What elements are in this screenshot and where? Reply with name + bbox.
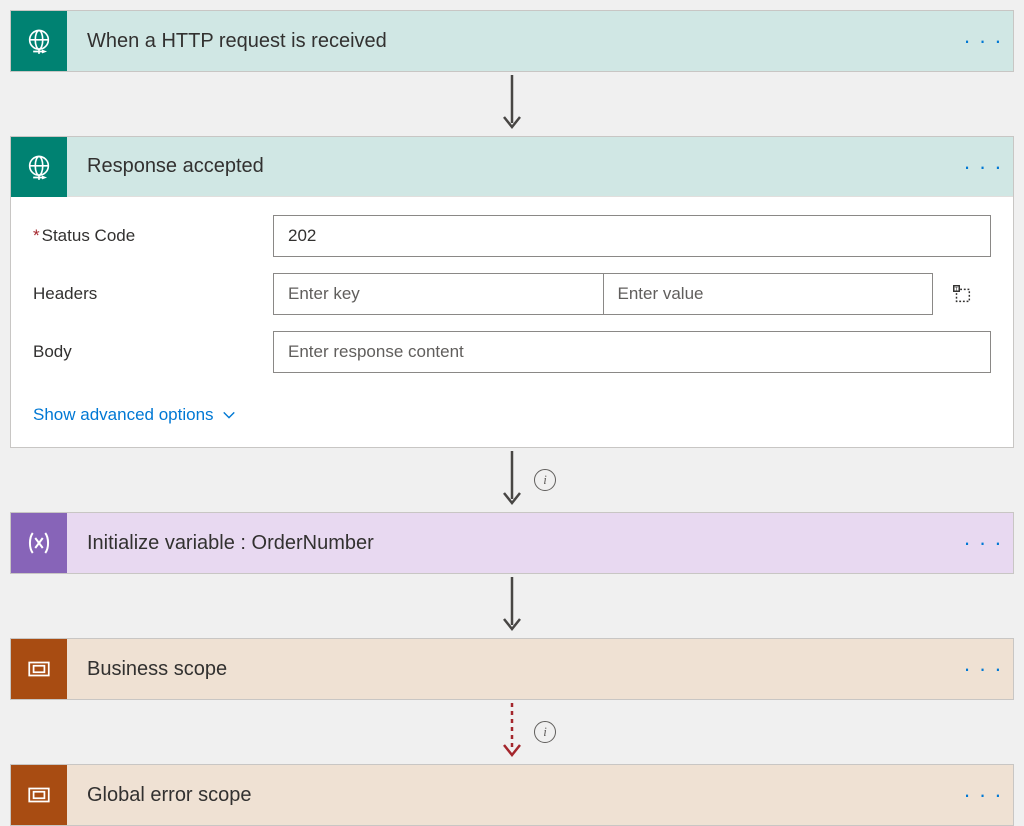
connector-arrow bbox=[10, 72, 1014, 136]
response-card: Response accepted · · · *Status Code Hea… bbox=[10, 136, 1014, 448]
connector-arrow-dashed: i bbox=[10, 700, 1014, 764]
initialize-variable-title: Initialize variable : OrderNumber bbox=[67, 532, 959, 555]
flow-designer-canvas: When a HTTP request is received · · · Re… bbox=[0, 0, 1024, 826]
error-scope-menu-button[interactable]: · · · bbox=[959, 771, 1007, 819]
business-scope-title: Business scope bbox=[67, 658, 959, 681]
scope-icon bbox=[11, 765, 67, 825]
info-icon[interactable]: i bbox=[534, 721, 556, 743]
global-error-scope-title: Global error scope bbox=[67, 784, 959, 807]
trigger-title: When a HTTP request is received bbox=[67, 30, 959, 53]
response-title: Response accepted bbox=[67, 155, 959, 178]
business-scope-card[interactable]: Business scope · · · bbox=[10, 638, 1014, 700]
connector-arrow: i bbox=[10, 448, 1014, 512]
header-value-input[interactable] bbox=[604, 274, 933, 314]
global-error-scope-card[interactable]: Global error scope · · · bbox=[10, 764, 1014, 826]
trigger-card[interactable]: When a HTTP request is received · · · bbox=[10, 10, 1014, 72]
trigger-menu-button[interactable]: · · · bbox=[959, 17, 1007, 65]
response-body: *Status Code Headers T bbox=[11, 197, 1013, 447]
global-error-scope-header[interactable]: Global error scope · · · bbox=[11, 765, 1013, 825]
show-advanced-options-link[interactable]: Show advanced options bbox=[33, 405, 236, 425]
chevron-down-icon bbox=[222, 408, 236, 422]
response-header[interactable]: Response accepted · · · bbox=[11, 137, 1013, 197]
initialize-variable-card[interactable]: Initialize variable : OrderNumber · · · bbox=[10, 512, 1014, 574]
connector-arrow bbox=[10, 574, 1014, 638]
status-code-label: *Status Code bbox=[33, 226, 273, 246]
status-code-input[interactable] bbox=[273, 215, 991, 257]
initialize-variable-header[interactable]: Initialize variable : OrderNumber · · · bbox=[11, 513, 1013, 573]
http-globe-icon bbox=[11, 11, 67, 71]
business-scope-menu-button[interactable]: · · · bbox=[959, 645, 1007, 693]
init-var-menu-button[interactable]: · · · bbox=[959, 519, 1007, 567]
text-mode-toggle-icon[interactable]: T bbox=[933, 273, 991, 315]
scope-icon bbox=[11, 639, 67, 699]
info-icon[interactable]: i bbox=[534, 469, 556, 491]
http-globe-icon bbox=[11, 137, 67, 197]
body-label: Body bbox=[33, 342, 273, 362]
business-scope-header[interactable]: Business scope · · · bbox=[11, 639, 1013, 699]
body-input[interactable] bbox=[273, 331, 991, 373]
trigger-header[interactable]: When a HTTP request is received · · · bbox=[11, 11, 1013, 71]
response-menu-button[interactable]: · · · bbox=[959, 143, 1007, 191]
header-key-input[interactable] bbox=[274, 274, 604, 314]
headers-label: Headers bbox=[33, 284, 273, 304]
variable-icon bbox=[11, 513, 67, 573]
